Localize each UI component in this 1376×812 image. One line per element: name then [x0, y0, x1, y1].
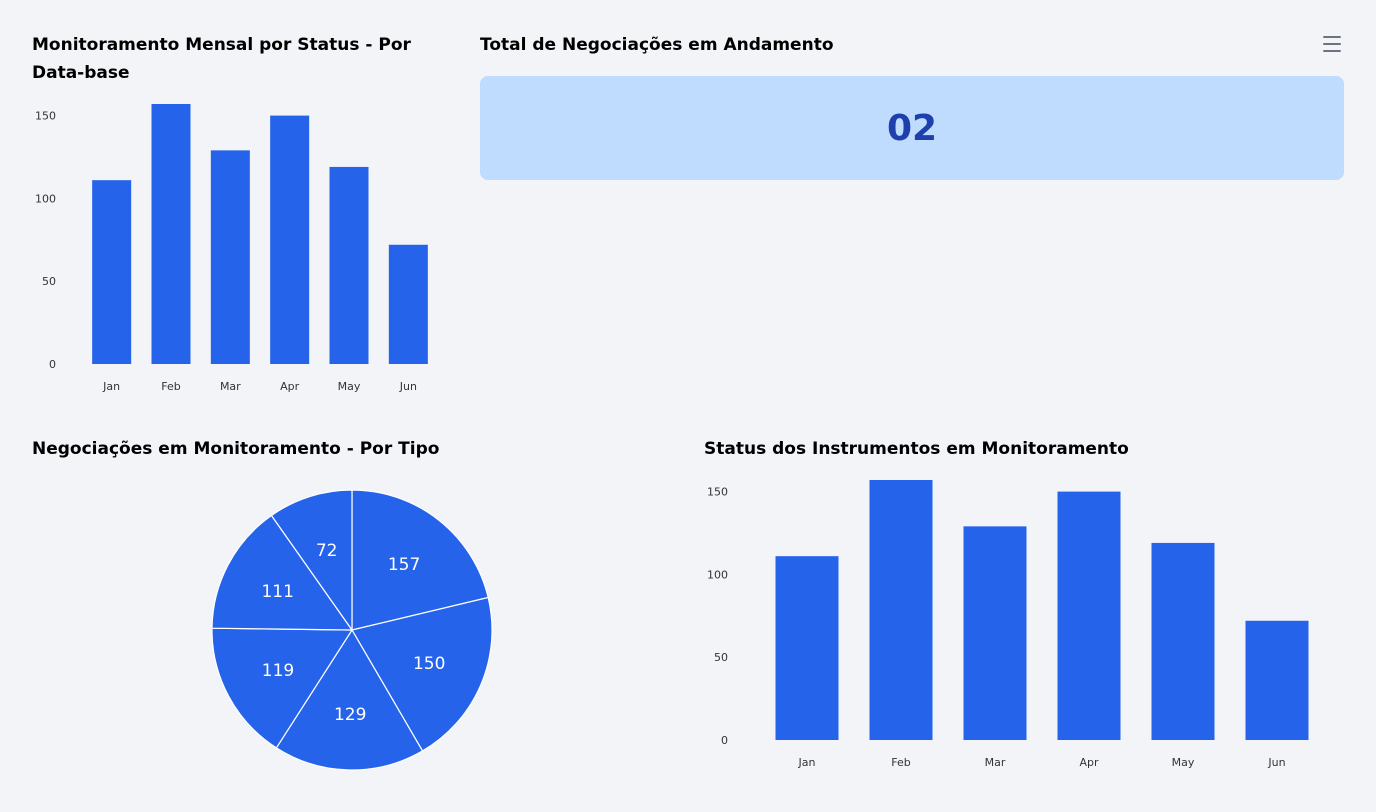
y-tick-label: 0 [721, 734, 728, 747]
bar-feb [869, 480, 933, 740]
instrument-status-bar-chart: 0 50 100 150 Jan Feb Mar Apr May Jun [707, 480, 1309, 769]
bar-jun [1245, 620, 1309, 740]
x-tick-label: Jun [1267, 756, 1285, 769]
y-tick-label: 100 [707, 568, 728, 581]
x-tick-label: Apr [1079, 756, 1099, 769]
bar-jan [775, 556, 839, 740]
y-tick-label: 50 [714, 651, 728, 664]
bar-apr [1057, 491, 1121, 740]
x-tick-label: Jan [798, 756, 816, 769]
y-tick-label: 150 [707, 486, 728, 499]
bar-may [1151, 542, 1215, 740]
x-tick-label: Mar [985, 756, 1006, 769]
x-tick-label: May [1172, 756, 1195, 769]
x-tick-label: Feb [891, 756, 910, 769]
bar-mar [963, 526, 1027, 740]
